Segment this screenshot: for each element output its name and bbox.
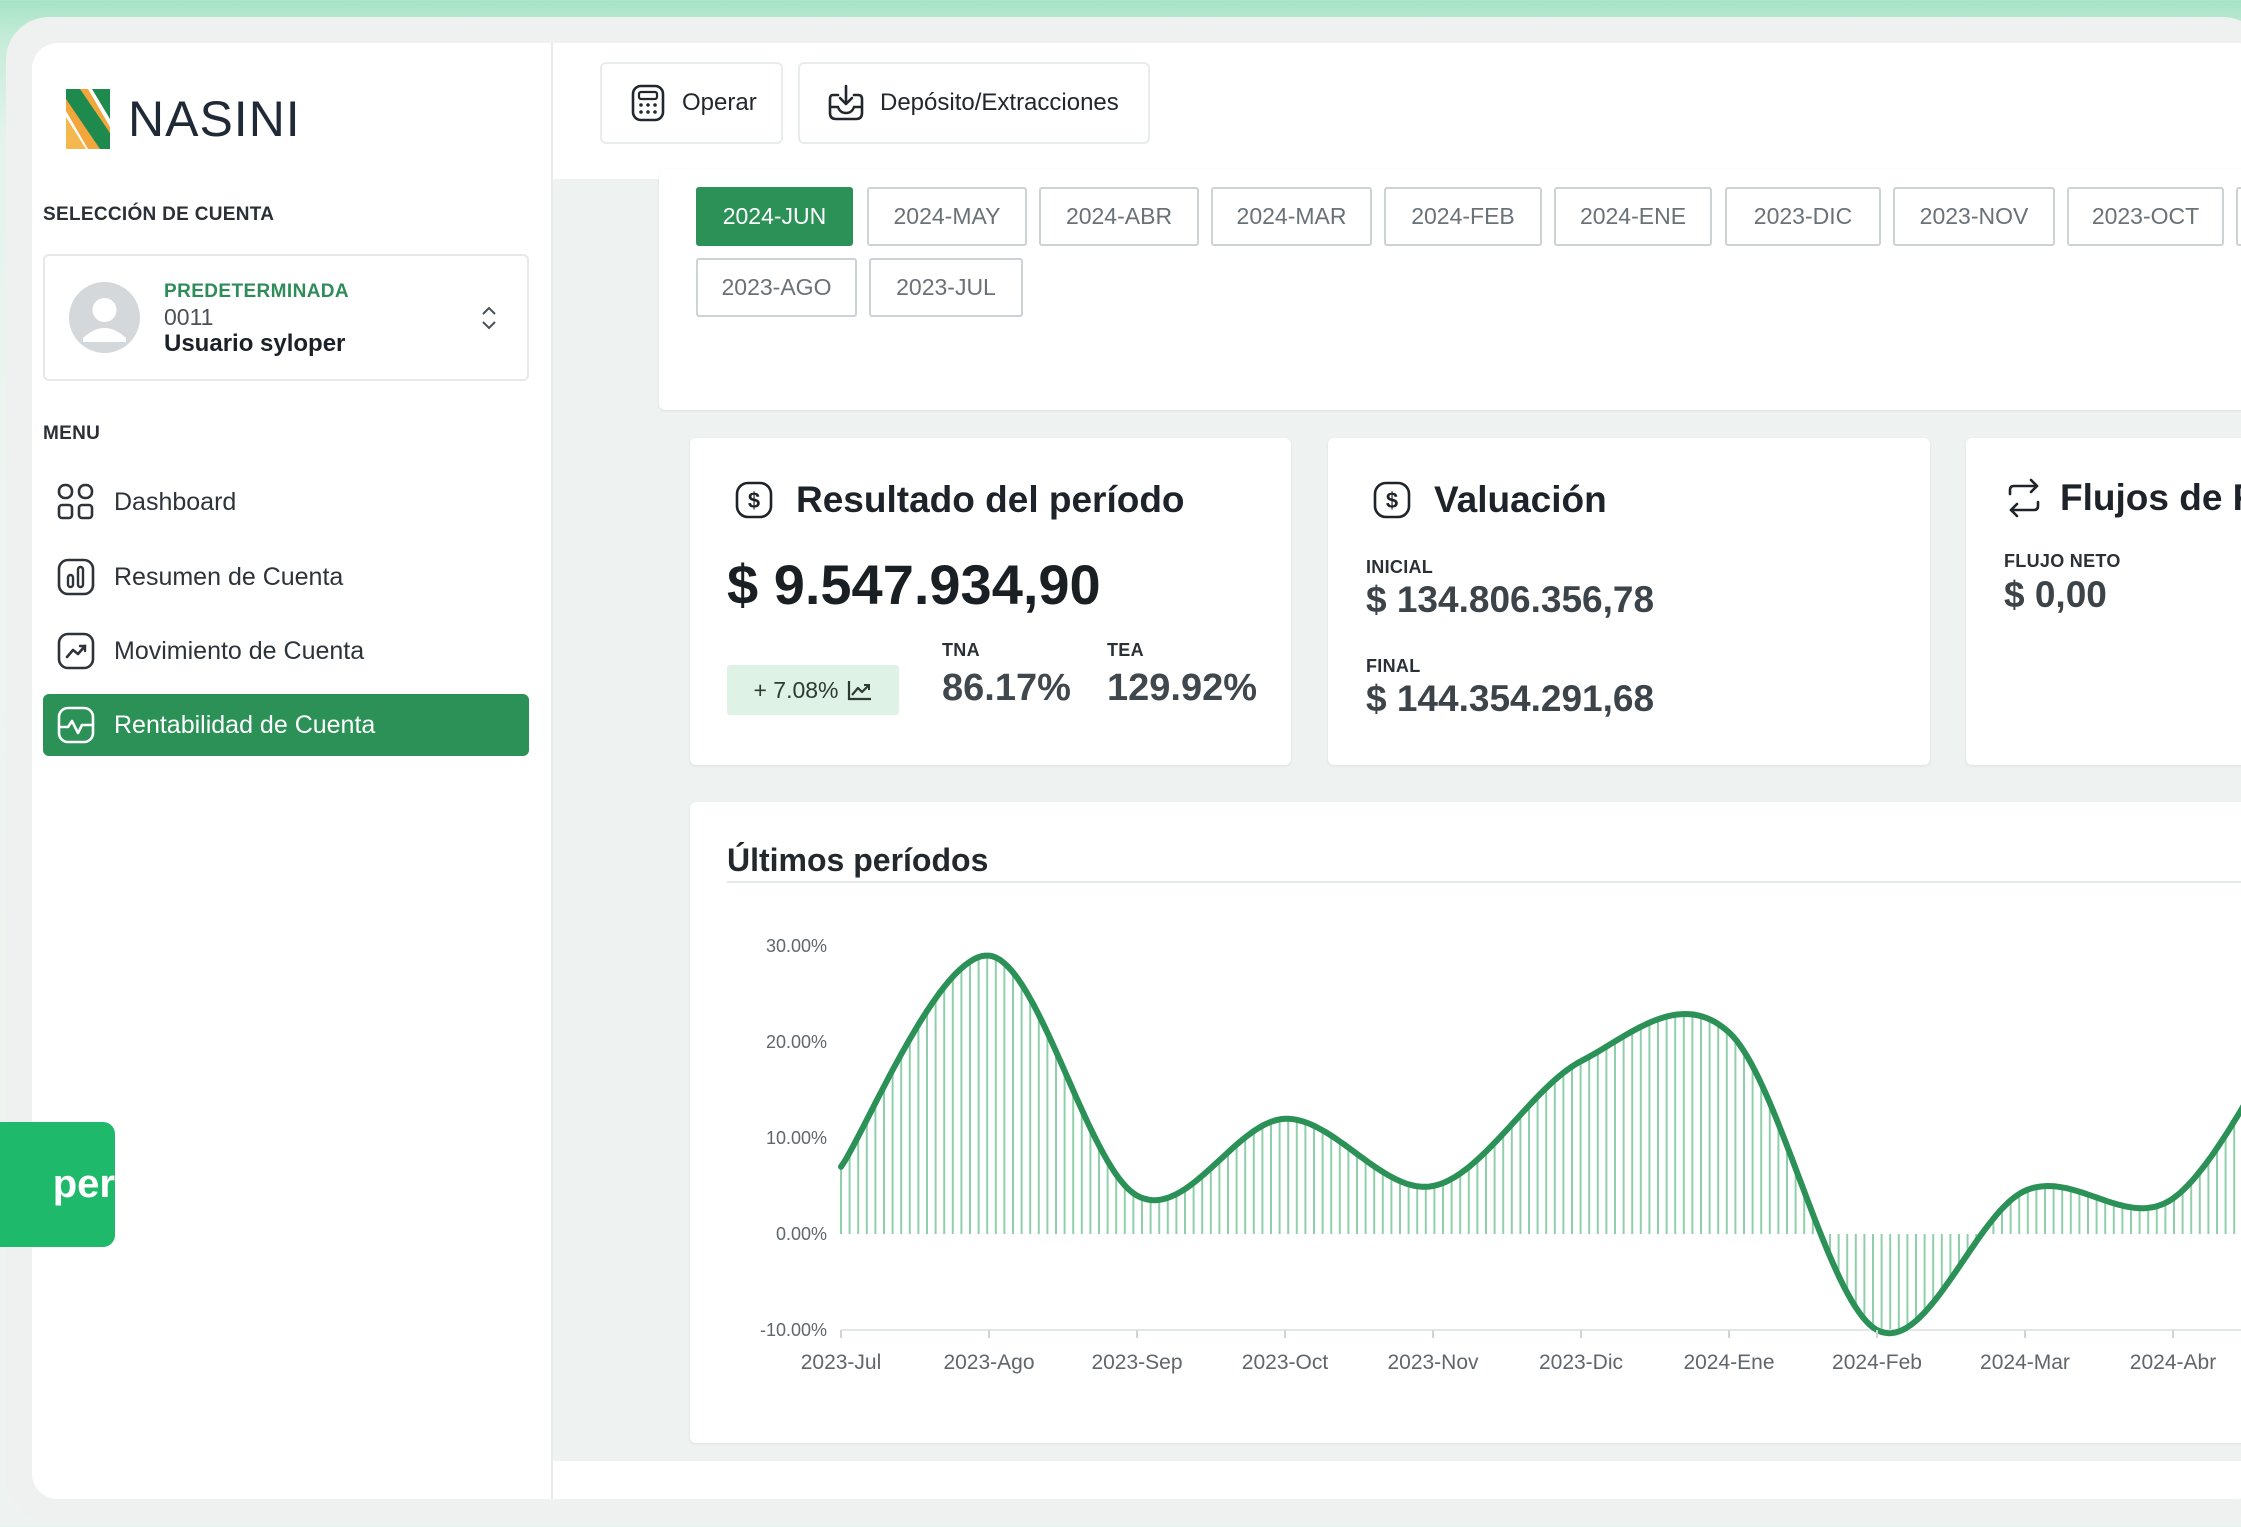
account-tag: PREDETERMINADA <box>164 281 350 302</box>
brand-name: NASINI <box>128 91 301 147</box>
floating-brand-badge: per <box>0 1122 115 1247</box>
brand-logo[interactable]: NASINI <box>66 89 301 149</box>
svg-text:$: $ <box>1386 488 1398 513</box>
sidebar-item-movimiento[interactable]: Movimiento de Cuenta <box>43 620 529 682</box>
x-tick-label: 2023-Dic <box>1539 1351 1623 1374</box>
footer-strip <box>553 1461 2241 1499</box>
pulse-icon <box>56 705 96 745</box>
flujos-title: Flujos de Fo <box>2004 477 2241 519</box>
user-icon <box>83 298 126 342</box>
operar-label: Operar <box>682 89 757 116</box>
inicial-value: $ 134.806.356,78 <box>1366 579 1655 620</box>
chart-line-up-icon <box>847 681 871 701</box>
dollar-icon: $ <box>1373 481 1411 519</box>
x-tick-label: 2023-Jul <box>801 1351 882 1374</box>
period-button[interactable]: 2024-ABR <box>1039 187 1199 246</box>
chart-panel: Últimos períodos 30.00% 20.00% 10.00% 0.00%… <box>690 802 2241 1443</box>
period-button[interactable]: 2023-OCT <box>2067 187 2224 246</box>
bar-chart-icon <box>56 557 96 597</box>
valuacion-card: $ Valuación INICIAL $ 134.806.356,78 FIN… <box>1328 438 1930 765</box>
y-tick-label: 0.00% <box>776 1224 827 1244</box>
nasini-logo-icon <box>66 89 110 149</box>
trend-icon <box>56 631 96 671</box>
topbar: Operar Depósito/Extracciones <box>553 43 2241 179</box>
account-section-label: SELECCIÓN DE CUENTA <box>43 204 275 225</box>
x-tick-label: 2023-Sep <box>1091 1351 1182 1374</box>
resultado-title: $ Resultado del período <box>734 479 1185 521</box>
svg-text:$: $ <box>748 488 760 513</box>
sidebar-item-dashboard[interactable]: Dashboard <box>43 471 529 533</box>
y-tick-label: 30.00% <box>766 936 827 956</box>
rentabilidad-chart: 30.00%20.00%10.00%0.00%-10.00% 2023-Jul 2… <box>760 936 2241 1374</box>
valuacion-title: $ Valuación <box>1372 479 1607 521</box>
resultado-amount: $ 9.547.934,90 <box>727 553 1101 616</box>
main-content: 2024-JUN 2024-MAY 2024-ABR 2024-MAR 2024… <box>553 169 2241 1499</box>
grid-icon <box>56 482 96 522</box>
sidebar-item-label: Rentabilidad de Cuenta <box>114 710 376 739</box>
x-tick-label: 2023-Nov <box>1387 1351 1479 1374</box>
calculator-icon <box>631 84 665 122</box>
tna-label: TNA <box>942 640 980 660</box>
x-tick-label: 2023-Oct <box>1242 1351 1329 1374</box>
account-number: 0011 <box>164 304 214 330</box>
final-value: $ 144.354.291,68 <box>1366 678 1655 719</box>
sidebar-item-label: Movimiento de Cuenta <box>114 636 365 665</box>
app-window: NASINI SELECCIÓN DE CUENTA PREDETERMINAD… <box>32 43 2241 1499</box>
change-badge: + 7.08% <box>727 665 899 715</box>
period-button[interactable]: 2024-MAY <box>867 187 1027 246</box>
sidebar-item-label: Resumen de Cuenta <box>114 562 344 591</box>
period-selector: 2024-JUN 2024-MAY 2024-ABR 2024-MAR 2024… <box>659 169 2241 410</box>
period-button[interactable]: 2023-JUL <box>869 258 1023 317</box>
flujo-neto-label: FLUJO NETO <box>2004 551 2121 571</box>
tea-value: 129.92% <box>1107 667 1258 709</box>
x-tick-label: 2024-Abr <box>2130 1351 2216 1374</box>
deposito-extracciones-button[interactable]: Depósito/Extracciones <box>798 62 1150 144</box>
account-selector[interactable]: PREDETERMINADA 0011 Usuario syloper <box>43 254 529 381</box>
x-tick-label: 2023-Ago <box>943 1351 1034 1374</box>
y-tick-label: 20.00% <box>766 1032 827 1052</box>
resultado-card: $ Resultado del período $ 9.547.934,90 +… <box>690 438 1291 765</box>
period-button[interactable]: 2024-JUN <box>696 187 853 246</box>
sidebar: NASINI SELECCIÓN DE CUENTA PREDETERMINAD… <box>32 43 553 1499</box>
final-label: FINAL <box>1366 656 1421 676</box>
x-tick-label: 2024-Ene <box>1683 1351 1774 1374</box>
x-tick-label: 2024-Mar <box>1980 1351 2070 1374</box>
sidebar-item-resumen[interactable]: Resumen de Cuenta <box>43 546 529 608</box>
sidebar-item-label: Dashboard <box>114 487 237 516</box>
menu-label: MENU <box>43 423 101 444</box>
period-button[interactable]: 2024-FEB <box>1384 187 1542 246</box>
sidebar-item-rentabilidad[interactable]: Rentabilidad de Cuenta <box>43 694 529 756</box>
inbox-download-icon <box>828 84 864 121</box>
period-button[interactable]: 2024-ENE <box>1554 187 1712 246</box>
repeat-icon <box>2008 478 2040 518</box>
chevron-updown-icon[interactable] <box>478 300 500 336</box>
series-line <box>838 952 2241 1337</box>
operar-button[interactable]: Operar <box>600 62 783 144</box>
deposito-label: Depósito/Extracciones <box>880 89 1119 116</box>
inicial-label: INICIAL <box>1366 557 1434 577</box>
period-button[interactable]: 2023-NOV <box>1893 187 2055 246</box>
period-button[interactable]: 2023-DIC <box>1725 187 1881 246</box>
y-tick-labels: 30.00% 20.00% 10.00% 0.00% -10.00% <box>760 936 827 1340</box>
y-tick-label: 10.00% <box>766 1128 827 1148</box>
tea-label: TEA <box>1107 640 1144 660</box>
x-tick-label: 2024-Feb <box>1832 1351 1922 1374</box>
tna-value: 86.17% <box>942 667 1071 709</box>
dollar-icon: $ <box>735 481 773 519</box>
account-user: Usuario syloper <box>164 330 346 357</box>
period-button-partial[interactable] <box>2236 187 2241 246</box>
avatar <box>69 282 140 353</box>
flujos-card: Flujos de Fo FLUJO NETO $ 0,00 <box>1966 438 2241 765</box>
x-tick-labels: 2023-Jul 2023-Ago 2023-Sep 2023-Oct 2023-Nov… <box>801 1330 2216 1374</box>
period-button[interactable]: 2024-MAR <box>1211 187 1372 246</box>
period-button[interactable]: 2023-AGO <box>696 258 857 317</box>
chart-bars <box>840 955 2236 1334</box>
flujo-neto-value: $ 0,00 <box>2004 574 2107 615</box>
y-tick-label: -10.00% <box>760 1320 827 1340</box>
